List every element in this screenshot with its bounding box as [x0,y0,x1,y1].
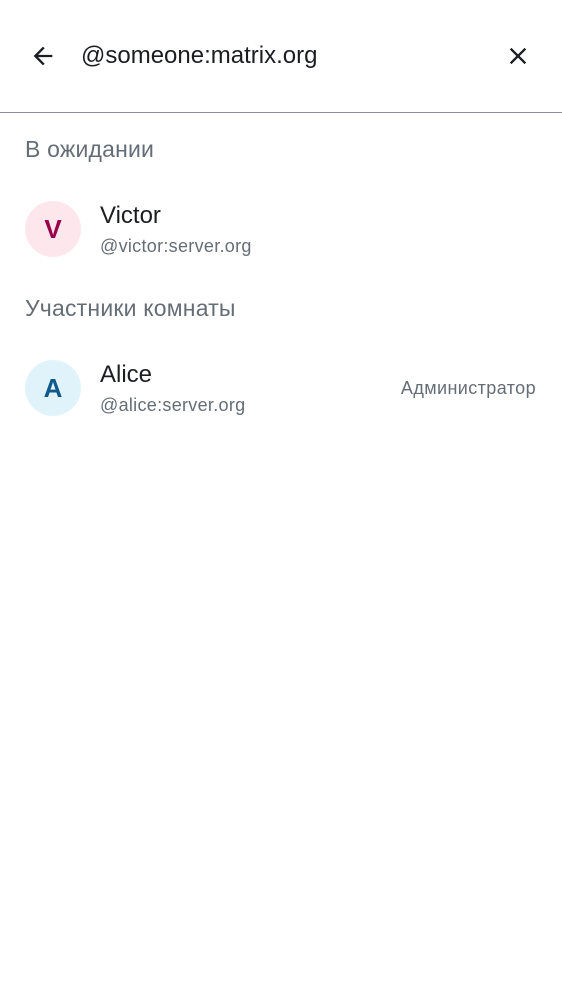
section-header-members: Участники комнаты [25,295,236,321]
member-name: Victor [100,202,161,229]
search-bar [0,0,562,113]
close-icon [509,47,527,65]
clear-search-button[interactable] [494,32,542,80]
avatar: V [25,201,81,257]
member-row[interactable]: A Alice @alice:server.org Администратор [0,351,562,427]
section-header-pending: В ожидании [25,136,155,162]
member-name: Alice [100,361,153,388]
member-role-badge: Администратор [400,378,536,398]
avatar: A [25,360,81,416]
back-button[interactable] [19,32,67,80]
member-user-id: @alice:server.org [100,395,246,415]
arrow-back-icon [33,46,53,66]
member-row[interactable]: V Victor @victor:server.org [0,192,562,268]
search-input[interactable] [81,36,481,76]
member-user-id: @victor:server.org [100,236,252,256]
